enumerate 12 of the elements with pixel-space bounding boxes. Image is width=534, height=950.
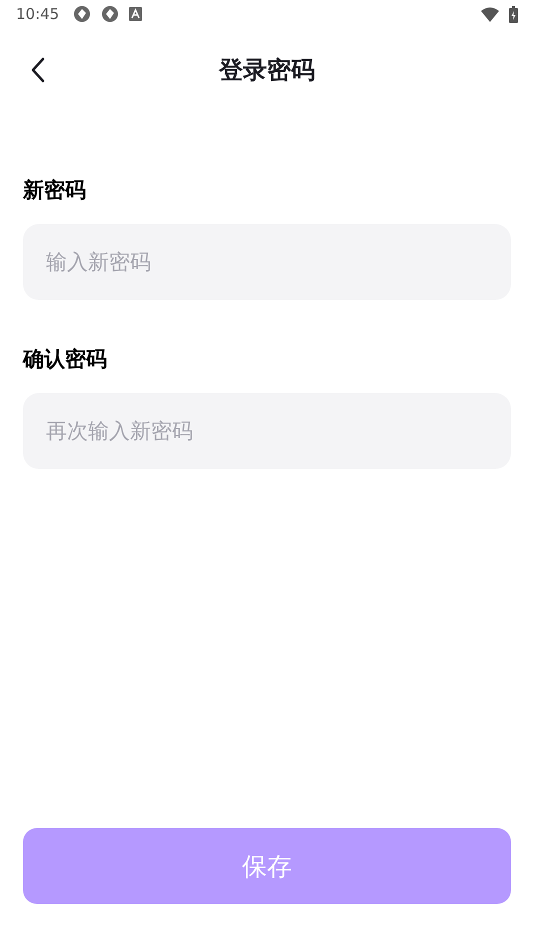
chevron-left-icon — [31, 57, 45, 83]
page-title: 登录密码 — [219, 55, 315, 86]
password-field[interactable]: 输入新密码 — [23, 224, 511, 300]
field-label: 确认密码 — [23, 346, 108, 373]
battery-icon — [509, 6, 518, 22]
aperture-icon — [101, 5, 120, 23]
field-label: 新密码 — [23, 177, 87, 204]
status-time: 10:45 — [16, 5, 60, 23]
wifi-icon — [481, 6, 499, 22]
app-icon — [129, 7, 142, 21]
aperture-icon — [73, 5, 92, 23]
password-field[interactable]: 再次输入新密码 — [23, 393, 511, 469]
